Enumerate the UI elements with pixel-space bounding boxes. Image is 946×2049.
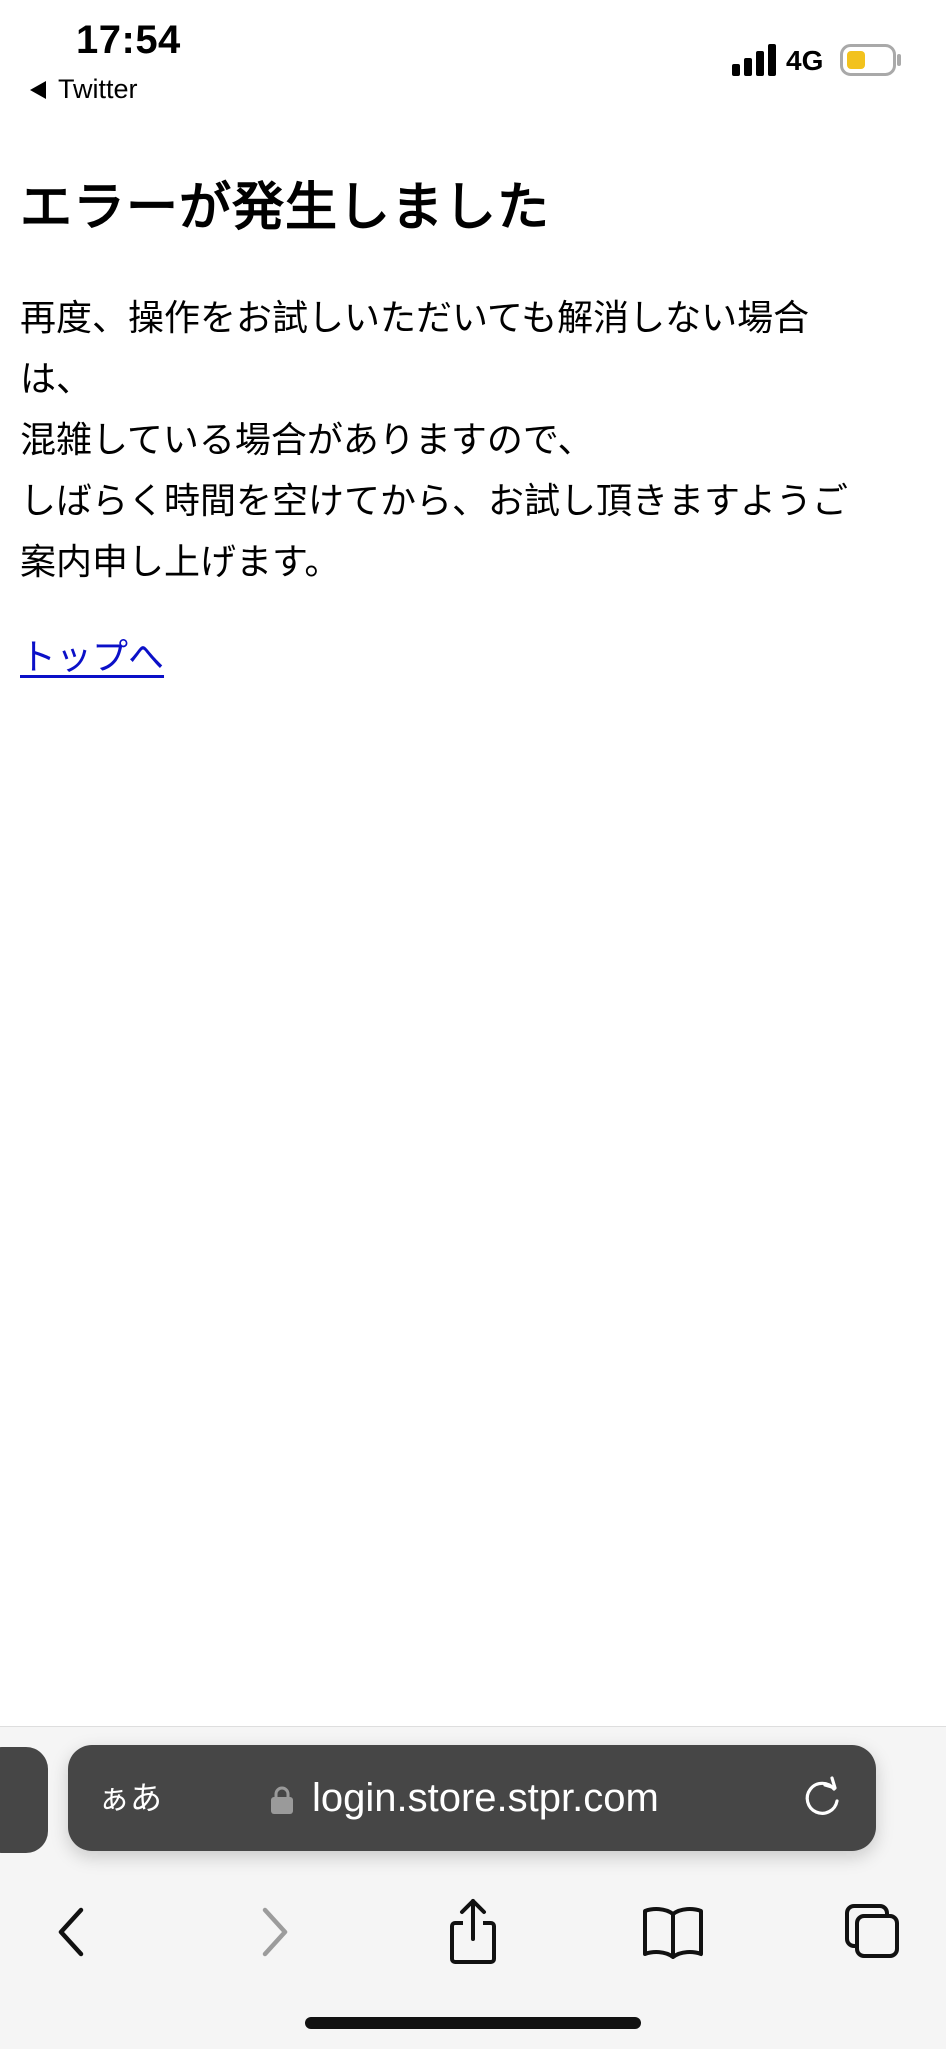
share-button[interactable] (428, 1877, 518, 1987)
browser-toolbar (0, 1877, 946, 1997)
page-settings-button[interactable]: ぁあ (98, 1773, 162, 1823)
browser-bottom-bar: ぁあ login.store.stpr.com (0, 1726, 946, 2049)
error-page-content: エラーが発生しました 再度、操作をお試しいただいても解消しない場合 は、 混雑し… (20, 170, 920, 683)
status-bar: 17:54 Twitter 4G (0, 0, 946, 110)
battery-icon (840, 44, 901, 76)
tabs-button[interactable] (828, 1877, 918, 1987)
error-message-line: しばらく時間を空けてから、お試し頂きますようご (20, 481, 849, 522)
error-message-line: 混雑している場合がありますので、 (20, 420, 594, 461)
forward-arrow-icon (262, 1907, 288, 1957)
back-triangle-icon (30, 80, 46, 99)
forward-button[interactable] (230, 1877, 320, 1987)
error-message: 再度、操作をお試しいただいても解消しない場合 は、 混雑している場合がありますの… (20, 288, 920, 593)
back-button[interactable] (26, 1877, 116, 1987)
reload-icon[interactable] (800, 1775, 844, 1821)
network-type-label: 4G (786, 45, 824, 76)
bookmarks-button[interactable] (628, 1877, 718, 1987)
share-icon (450, 1899, 496, 1964)
back-app-label: Twitter (58, 74, 138, 104)
cellular-signal-icon (732, 44, 776, 76)
previous-tab-preview[interactable] (0, 1747, 48, 1853)
lock-icon (271, 1786, 293, 1814)
error-message-line: 案内申し上げます。 (20, 542, 341, 583)
top-page-link[interactable]: トップへ (20, 633, 164, 683)
bookmarks-icon (643, 1907, 703, 1959)
back-arrow-icon (58, 1907, 84, 1957)
error-message-line: は、 (20, 359, 93, 400)
tabs-icon (845, 1904, 899, 1958)
address-bar[interactable]: ぁあ login.store.stpr.com (68, 1745, 876, 1851)
back-to-app-button[interactable]: Twitter (30, 74, 138, 105)
status-time: 17:54 (76, 18, 181, 62)
page-title: エラーが発生しました (20, 177, 551, 238)
url-text: login.store.stpr.com (312, 1776, 659, 1820)
error-message-line: 再度、操作をお試しいただいても解消しない場合 (20, 298, 810, 339)
home-indicator (305, 2017, 641, 2029)
